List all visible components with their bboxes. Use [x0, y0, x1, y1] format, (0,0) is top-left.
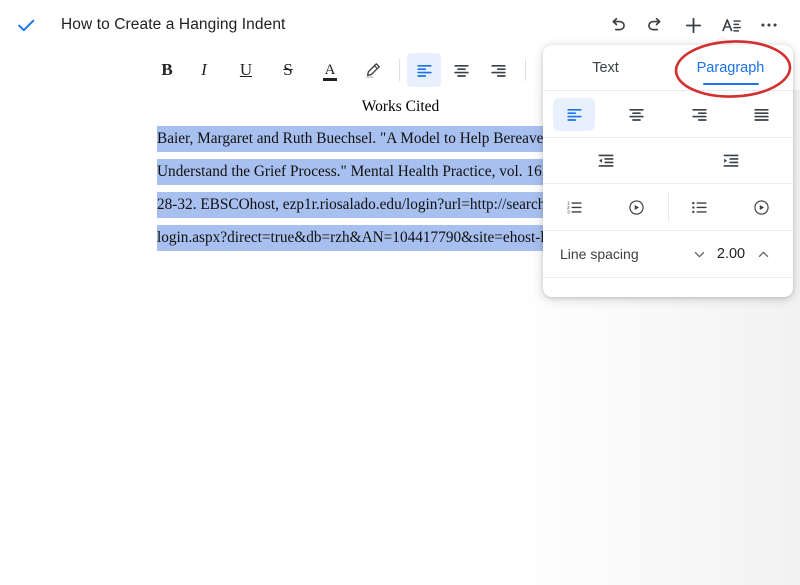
align-right-icon	[692, 108, 707, 121]
title-actions	[598, 6, 800, 44]
document-editor-app: How to Create a Hanging Indent B I U S A…	[0, 0, 800, 585]
align-center-button[interactable]	[444, 53, 478, 87]
plus-icon	[685, 17, 701, 33]
page-title: How to Create a Hanging Indent	[61, 16, 286, 33]
dropdown-circle-icon	[754, 199, 770, 215]
confirm-check-button[interactable]	[9, 8, 43, 42]
paragraph-format-panel: Text Paragraph 1 2 3 Line spacing 2.00	[543, 45, 793, 297]
increase-indent-icon	[723, 154, 738, 167]
underline-button[interactable]: U	[229, 53, 263, 87]
panel-indent-row	[543, 138, 793, 184]
panel-align-right[interactable]	[668, 91, 731, 137]
align-justify-icon	[754, 108, 769, 121]
check-icon	[18, 19, 35, 32]
numbered-list-button[interactable]: 1 2 3	[558, 191, 590, 223]
panel-align-justify[interactable]	[731, 91, 794, 137]
numbered-list-options-button[interactable]	[620, 191, 652, 223]
panel-align-left[interactable]	[543, 91, 606, 137]
bold-icon: B	[161, 60, 173, 79]
tab-paragraph-label: Paragraph	[696, 59, 765, 76]
text-format-icon	[721, 18, 741, 32]
text-color-icon: A	[322, 62, 338, 81]
more-button[interactable]	[750, 6, 788, 44]
strikethrough-button[interactable]: S	[271, 53, 305, 87]
align-right-button[interactable]	[481, 53, 515, 87]
highlighter-pen-icon	[365, 62, 380, 78]
line-spacing-label: Line spacing	[560, 246, 639, 262]
line-spacing-value: 2.00	[716, 246, 746, 262]
insert-button[interactable]	[674, 6, 712, 44]
align-left-button[interactable]	[407, 53, 441, 87]
text-color-button[interactable]: A	[313, 53, 347, 87]
selected-text: login.aspx?direct=true&db=rzh&AN=1044177…	[157, 225, 568, 251]
italic-icon: I	[201, 60, 207, 79]
tab-paragraph[interactable]: Paragraph	[668, 45, 793, 90]
bulleted-list-button[interactable]	[684, 191, 716, 223]
line-spacing-increase-button[interactable]	[750, 241, 776, 267]
panel-footer	[543, 278, 793, 297]
highlight-button[interactable]	[355, 53, 389, 87]
bulleted-list-options-button[interactable]	[746, 191, 778, 223]
strikethrough-icon: S	[283, 60, 293, 79]
bulleted-list-icon	[692, 201, 707, 213]
align-center-icon	[453, 64, 469, 77]
svg-text:3: 3	[567, 209, 570, 215]
toolbar-divider-2	[525, 59, 526, 81]
undo-button[interactable]	[598, 6, 636, 44]
numbered-list-group: 1 2 3	[543, 184, 668, 230]
toolbar-divider-1	[399, 59, 400, 81]
panel-tab-bar: Text Paragraph	[543, 45, 793, 91]
align-left-icon	[567, 108, 582, 121]
line-spacing-stepper: 2.00	[686, 241, 776, 267]
align-right-icon	[490, 64, 506, 77]
line-spacing-row: Line spacing 2.00	[543, 231, 793, 278]
bold-button[interactable]: B	[150, 53, 184, 87]
tab-text-label: Text	[592, 59, 619, 76]
decrease-indent-icon	[598, 154, 613, 167]
redo-icon	[647, 17, 661, 30]
more-options-icon	[761, 23, 777, 27]
tab-text[interactable]: Text	[543, 45, 668, 90]
align-left-icon	[416, 64, 432, 77]
panel-align-center[interactable]	[606, 91, 669, 137]
chevron-down-icon	[694, 251, 704, 257]
italic-button[interactable]: I	[187, 53, 221, 87]
decrease-indent-button[interactable]	[543, 138, 668, 183]
bulleted-list-group	[669, 184, 794, 230]
underline-icon: U	[239, 60, 253, 79]
numbered-list-icon: 1 2 3	[567, 200, 582, 215]
panel-alignment-row	[543, 91, 793, 138]
panel-list-row: 1 2 3	[543, 184, 793, 231]
line-spacing-decrease-button[interactable]	[686, 241, 712, 267]
increase-indent-button[interactable]	[668, 138, 793, 183]
title-bar: How to Create a Hanging Indent	[0, 0, 800, 50]
align-center-icon	[629, 108, 644, 121]
undo-icon	[611, 17, 625, 30]
dropdown-circle-icon	[629, 199, 644, 215]
chevron-up-icon	[758, 251, 768, 257]
redo-button[interactable]	[636, 6, 674, 44]
